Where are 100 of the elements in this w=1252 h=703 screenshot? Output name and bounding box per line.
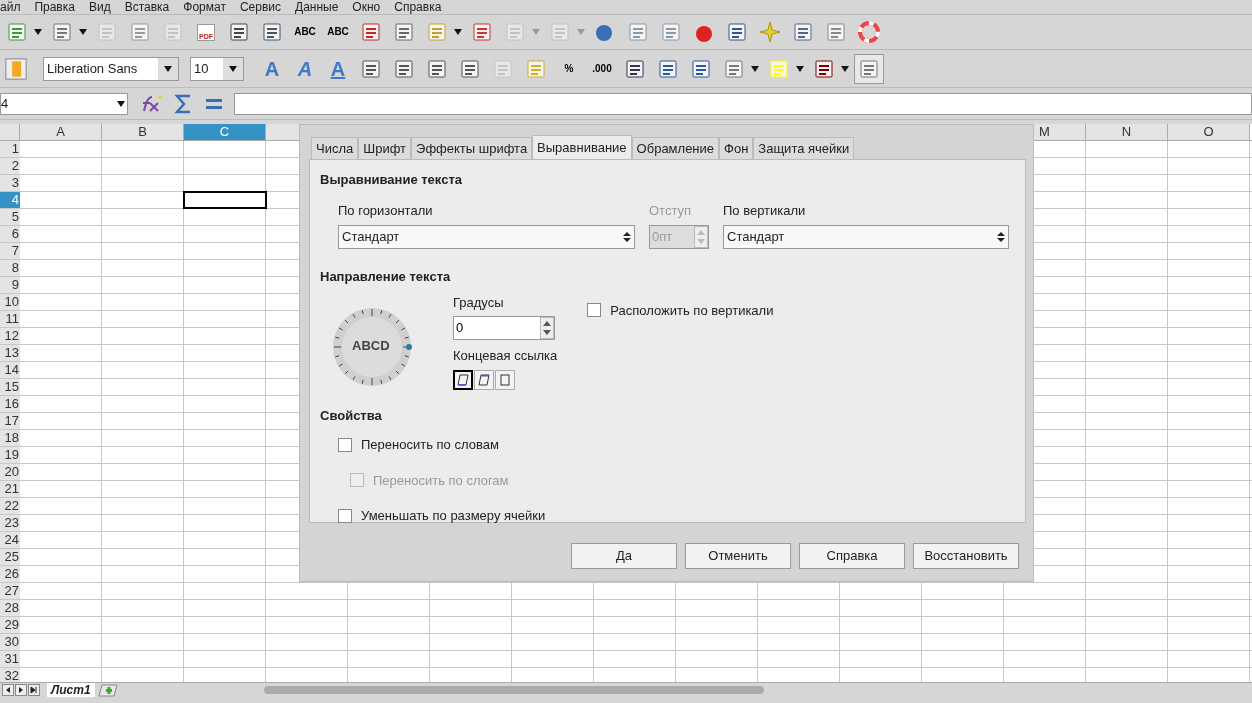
reference-edge-button[interactable] — [453, 369, 473, 390]
row-header[interactable]: 1 — [0, 141, 20, 157]
dropdown-field[interactable]: Стандарт — [338, 225, 635, 249]
row-header[interactable]: 18 — [0, 430, 20, 446]
checkbox[interactable] — [338, 437, 352, 452]
row-header[interactable]: 14 — [0, 362, 20, 378]
spellcheck-icon: ABC — [294, 27, 316, 37]
formula-input[interactable] — [234, 92, 1252, 115]
row-header[interactable]: 25 — [0, 549, 20, 565]
font-size-field[interactable]: 10 — [190, 56, 244, 81]
field-label: Градусы — [453, 293, 505, 312]
spinner-arrows-icon — [997, 231, 1005, 243]
row-header[interactable]: 28 — [0, 600, 20, 616]
row-header[interactable]: 20 — [0, 464, 20, 480]
dialog-tab[interactable]: Обрамление — [631, 137, 720, 159]
decimal-icon: .000 — [592, 63, 612, 74]
checkbox-label: Уменьшать по размеру ячейки — [361, 507, 546, 525]
column-header[interactable]: B — [102, 124, 184, 140]
rotation-dial-drawing[interactable] — [332, 306, 412, 387]
dialog-tab[interactable]: Числа — [311, 137, 359, 159]
row-header[interactable]: 6 — [0, 226, 20, 242]
column-header[interactable]: A — [20, 124, 102, 140]
row-header[interactable]: 7 — [0, 243, 20, 259]
menu-item[interactable]: Вид — [88, 0, 111, 14]
dialog-button[interactable]: Отменить — [685, 543, 791, 569]
dialog-tab[interactable]: Фон — [719, 137, 754, 159]
field-label: По вертикали — [723, 201, 807, 220]
menu-item[interactable]: Сервис — [239, 0, 281, 14]
dialog-tab[interactable]: Шрифт — [358, 137, 412, 159]
row-header[interactable]: 22 — [0, 498, 20, 514]
row-header[interactable]: 23 — [0, 515, 20, 531]
sheet-navigation-icon[interactable] — [28, 684, 40, 696]
row-header[interactable]: 11 — [0, 311, 20, 327]
add-sheet-icon[interactable] — [95, 683, 118, 697]
row-header[interactable]: 15 — [0, 379, 20, 395]
column-header[interactable]: N — [1086, 124, 1168, 140]
row-header[interactable]: 21 — [0, 481, 20, 497]
row-header[interactable]: 24 — [0, 532, 20, 548]
row-header[interactable]: 27 — [0, 583, 20, 599]
toolbar-button[interactable]: .000 — [587, 53, 617, 84]
dialog-button[interactable]: Восстановить — [913, 543, 1019, 569]
menu-item[interactable]: Справка — [394, 0, 442, 14]
dropdown-arrow-icon[interactable] — [229, 65, 237, 72]
toolbar-button[interactable]: % — [554, 53, 584, 84]
row-header[interactable]: 2 — [0, 158, 20, 174]
column-header[interactable]: O — [1168, 124, 1250, 140]
row-header[interactable]: 17 — [0, 413, 20, 429]
dialog-button[interactable]: Справка — [799, 543, 905, 569]
dialog-button[interactable]: Да — [571, 543, 677, 569]
toolbar-button[interactable]: ABC — [323, 17, 353, 47]
checkbox[interactable] — [587, 303, 602, 318]
row-header[interactable]: 13 — [0, 345, 20, 361]
dropdown-arrow-icon[interactable] — [34, 29, 42, 35]
dialog-tab[interactable]: Выравнивание — [532, 135, 632, 159]
row-header[interactable]: 16 — [0, 396, 20, 412]
row-header[interactable]: 8 — [0, 260, 20, 276]
dropdown-arrow-icon[interactable] — [117, 100, 125, 107]
menu-item[interactable]: айл — [0, 0, 21, 14]
spinner-arrows-icon[interactable] — [540, 317, 554, 339]
toolbar-button[interactable]: ABC — [290, 17, 320, 47]
checkbox[interactable] — [338, 508, 352, 523]
dropdown-arrow-icon[interactable] — [79, 29, 87, 35]
selected-cell[interactable] — [184, 192, 266, 208]
dialog-tab[interactable]: Защита ячейки — [753, 137, 855, 159]
dialog-tab[interactable]: Эффекты шрифта — [411, 137, 533, 159]
name-box[interactable]: 4 — [0, 92, 128, 115]
dropdown-arrow-icon[interactable] — [841, 65, 849, 72]
dropdown-field[interactable]: Стандарт — [723, 225, 1009, 249]
row-header[interactable]: 10 — [0, 294, 20, 310]
row-header[interactable]: 26 — [0, 566, 20, 582]
reference-edge-button[interactable] — [474, 369, 494, 390]
row-header[interactable]: 32 — [0, 668, 20, 682]
row-header[interactable]: 30 — [0, 634, 20, 650]
row-header[interactable]: 12 — [0, 328, 20, 344]
star-icon — [759, 21, 781, 43]
horizontal-scrollbar[interactable] — [263, 686, 764, 694]
spinner-arrows-icon — [623, 231, 631, 243]
row-header[interactable]: 3 — [0, 175, 20, 191]
italic-icon: A — [297, 58, 313, 79]
sheet-tab[interactable]: Лист1 — [47, 683, 95, 697]
sheet-navigation-icon[interactable] — [2, 684, 14, 696]
section-title: Свойства — [320, 406, 383, 425]
dropdown-arrow-icon[interactable] — [796, 65, 804, 72]
menu-item[interactable]: Вставка — [124, 0, 170, 14]
sheet-navigation-icon[interactable] — [15, 684, 27, 696]
row-header[interactable]: 31 — [0, 651, 20, 667]
row-header[interactable]: 19 — [0, 447, 20, 463]
row-header[interactable]: 29 — [0, 617, 20, 633]
row-header[interactable]: 5 — [0, 209, 20, 225]
menu-item[interactable]: Окно — [352, 0, 381, 14]
bold-icon: A — [264, 58, 280, 79]
dropdown-arrow-icon[interactable] — [164, 65, 172, 72]
menu-item[interactable]: Правка — [34, 0, 75, 14]
spin-field[interactable]: 0 — [453, 316, 555, 340]
menu-item[interactable]: Данные — [295, 0, 339, 14]
dropdown-arrow-icon[interactable] — [454, 29, 462, 35]
font-name-field[interactable]: Liberation Sans — [43, 56, 179, 81]
dropdown-arrow-icon[interactable] — [751, 65, 759, 72]
row-header[interactable]: 9 — [0, 277, 20, 293]
menu-item[interactable]: Формат — [183, 0, 226, 14]
